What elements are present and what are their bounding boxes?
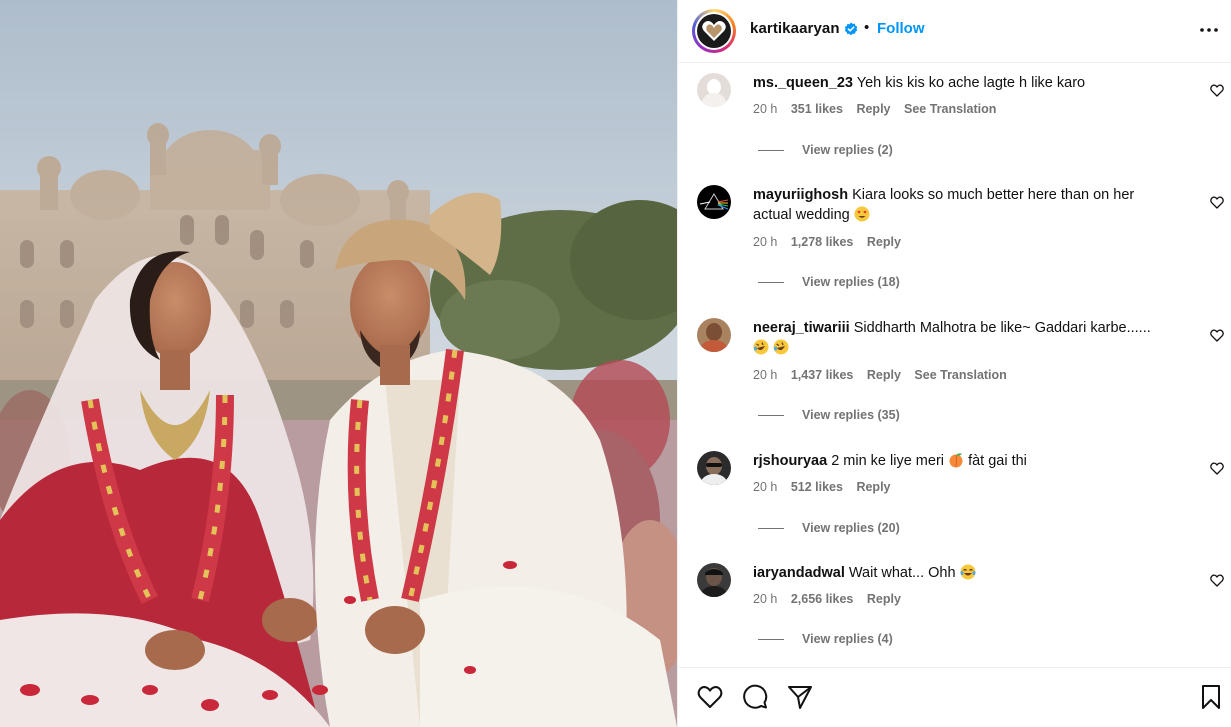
- commenter-username[interactable]: ms._queen_23: [753, 75, 853, 91]
- comment-like-heart-icon[interactable]: [1210, 84, 1224, 97]
- comment-text: 2 min ke liye meri: [831, 453, 944, 469]
- comment-meta: 20 h 512 likes Reply: [753, 480, 901, 494]
- replies-divider: [758, 415, 784, 417]
- replies-divider: [758, 528, 784, 530]
- commenter-avatar[interactable]: [697, 73, 731, 107]
- comment-time[interactable]: 20 h: [753, 102, 777, 116]
- comment-text: Siddharth Malhotra be like~ Gaddari karb…: [853, 320, 1151, 336]
- comment-meta: 20 h 2,656 likes Reply: [753, 592, 911, 606]
- rolling-laughing-emoji-icon: [753, 339, 769, 355]
- heart-eyes-emoji-icon: [854, 206, 870, 222]
- commenter-username[interactable]: mayuriighosh: [753, 187, 848, 203]
- replies-divider: [758, 282, 784, 284]
- laughing-tears-emoji-icon: [960, 564, 976, 580]
- comment-meta: 20 h 1,278 likes Reply: [753, 235, 911, 249]
- reply-button[interactable]: Reply: [856, 102, 890, 116]
- more-options-icon[interactable]: [1198, 22, 1220, 38]
- comment-like-heart-icon[interactable]: [1210, 196, 1224, 209]
- reply-button[interactable]: Reply: [867, 368, 901, 382]
- see-translation-button[interactable]: See Translation: [914, 368, 1006, 382]
- share-icon[interactable]: [787, 684, 813, 710]
- follow-button[interactable]: Follow: [877, 20, 925, 37]
- view-replies-button[interactable]: View replies (4): [758, 632, 893, 646]
- comment-likes[interactable]: 2,656 likes: [791, 592, 854, 606]
- commenter-username[interactable]: rjshouryaa: [753, 453, 827, 469]
- header-separator: •: [864, 19, 870, 36]
- post-side-panel: kartikaaryan • Follow ms._queen_23 Yeh k…: [677, 0, 1231, 727]
- see-translation-button[interactable]: See Translation: [904, 102, 996, 116]
- comment-time[interactable]: 20 h: [753, 480, 777, 494]
- post-author-username[interactable]: kartikaaryan: [750, 20, 840, 37]
- avatar-image: [697, 14, 731, 48]
- comment-meta: 20 h 351 likes Reply See Translation: [753, 102, 1006, 116]
- comment-like-heart-icon[interactable]: [1210, 574, 1224, 587]
- commenter-username[interactable]: neeraj_tiwariii: [753, 320, 850, 336]
- view-replies-button[interactable]: View replies (20): [758, 521, 900, 535]
- rolling-laughing-emoji-icon: [773, 339, 789, 355]
- comment-likes[interactable]: 351 likes: [791, 102, 843, 116]
- verified-badge-icon: [844, 22, 858, 36]
- comment-like-heart-icon[interactable]: [1210, 462, 1224, 475]
- comment-like-heart-icon[interactable]: [1210, 329, 1224, 342]
- commenter-avatar[interactable]: [697, 318, 731, 352]
- comment-time[interactable]: 20 h: [753, 235, 777, 249]
- view-replies-button[interactable]: View replies (18): [758, 275, 900, 289]
- view-replies-button[interactable]: View replies (35): [758, 408, 900, 422]
- post-actions-bar: [678, 667, 1231, 727]
- comment-text: Yeh kis kis ko ache lagte h like karo: [856, 75, 1086, 91]
- comment-text-continued: fàt gai thi: [968, 453, 1027, 469]
- comment-text: Wait what... Ohh: [848, 565, 956, 581]
- comment-time[interactable]: 20 h: [753, 592, 777, 606]
- commenter-avatar[interactable]: [697, 563, 731, 597]
- comment-likes[interactable]: 512 likes: [791, 480, 843, 494]
- commenter-avatar[interactable]: [697, 185, 731, 219]
- comments-list[interactable]: ms._queen_23 Yeh kis kis ko ache lagte h…: [678, 63, 1231, 667]
- comment-likes[interactable]: 1,278 likes: [791, 235, 854, 249]
- view-replies-button[interactable]: View replies (2): [758, 143, 893, 157]
- replies-divider: [758, 150, 784, 152]
- reply-button[interactable]: Reply: [867, 592, 901, 606]
- comment-meta: 20 h 1,437 likes Reply See Translation: [753, 368, 1017, 382]
- post-image[interactable]: [0, 0, 677, 727]
- comment-icon[interactable]: [742, 684, 768, 710]
- profile-avatar[interactable]: [692, 9, 736, 53]
- replies-divider: [758, 639, 784, 641]
- peach-emoji-icon: [949, 453, 963, 468]
- reply-button[interactable]: Reply: [856, 480, 890, 494]
- reply-button[interactable]: Reply: [867, 235, 901, 249]
- commenter-avatar[interactable]: [697, 451, 731, 485]
- bookmark-icon[interactable]: [1198, 684, 1224, 710]
- heart-icon[interactable]: [697, 684, 723, 710]
- comment-time[interactable]: 20 h: [753, 368, 777, 382]
- comment-likes[interactable]: 1,437 likes: [791, 368, 854, 382]
- post-header: kartikaaryan • Follow: [678, 0, 1231, 63]
- commenter-username[interactable]: iaryandadwal: [753, 565, 845, 581]
